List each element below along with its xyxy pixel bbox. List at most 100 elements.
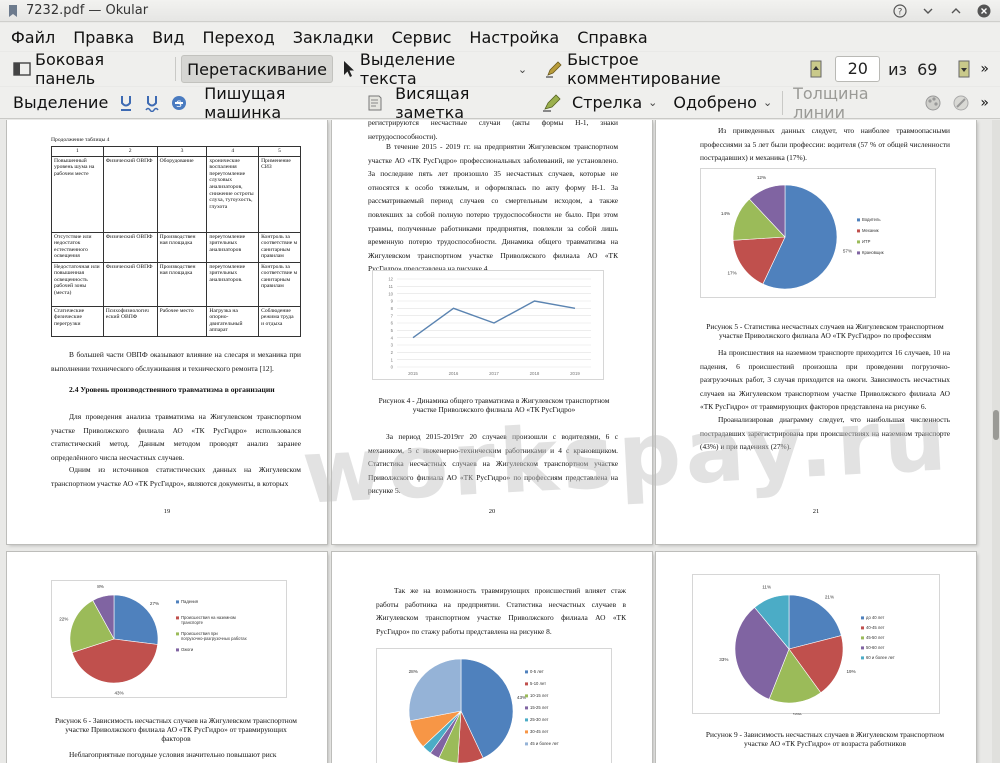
sidebar-button[interactable]: Боковая панель <box>8 50 170 88</box>
page-number-input[interactable]: 20 <box>835 56 881 82</box>
pie-chart-svg: 57% 17% 14% 12% Водитель Механик ИТР Крановщик <box>721 175 884 290</box>
close-icon[interactable] <box>972 2 996 20</box>
slice-label: 12% <box>757 175 766 180</box>
table-cell: Контроль за соответствие м санитарным пр… <box>258 231 301 263</box>
menu-settings[interactable]: Настройка <box>462 28 566 47</box>
help-icon[interactable]: ? <box>888 2 912 20</box>
toolbar-separator <box>782 90 784 115</box>
squiggle-underline-icon <box>145 95 159 112</box>
menu-file[interactable]: Файл <box>4 28 62 47</box>
page-24: 21% 19% 16% 33% 11% до 40 лет 40-45 лет 45-50 л… <box>656 552 976 763</box>
annotation-toolbar: Выделение S Пишущая машинка Висящая заме… <box>0 84 1000 122</box>
color-picker-button[interactable] <box>919 89 947 117</box>
vertical-scrollbar[interactable] <box>992 120 1000 763</box>
legend-label: ИТР <box>862 239 871 244</box>
toolbar2-overflow-button[interactable]: » <box>975 89 994 117</box>
slice-label: 33% <box>719 657 728 662</box>
legend-swatch <box>525 682 528 686</box>
page-number: 20 <box>488 508 496 515</box>
strikeout-button[interactable]: S <box>165 89 193 117</box>
legend-swatch <box>861 646 864 650</box>
highlighter-icon <box>542 93 562 112</box>
minimize-icon[interactable] <box>916 2 940 20</box>
stamp-label: Одобрено <box>673 93 757 112</box>
arrow-tool-button[interactable]: Стрелка ⌄ <box>537 89 662 117</box>
sticky-note-button[interactable]: Висящая заметка <box>362 84 531 122</box>
table-header-cell: 2 <box>102 146 158 157</box>
sticky-note-label: Висящая заметка <box>395 83 470 122</box>
legend-label: 30-45 лет <box>530 729 549 734</box>
squiggle-button[interactable] <box>139 89 165 117</box>
paragraph: За период 2015-2019гг 20 случаев произош… <box>368 432 618 496</box>
quick-comment-button[interactable]: Быстрое комментирование <box>540 50 795 88</box>
x-tick-label: 2018 <box>530 371 540 376</box>
legend-swatch <box>176 632 179 636</box>
legend-swatch <box>857 251 860 255</box>
paragraph: Для проведения анализа травматизма на Жи… <box>51 412 301 462</box>
legend-swatch <box>861 656 864 660</box>
hazard-table: 1 2 3 4 5 Повышенный уровень шума на раб… <box>51 146 301 337</box>
legend-swatch <box>176 648 179 652</box>
legend-label: 0-5 лет <box>530 669 544 674</box>
typewriter-label: Пишущая машинка <box>204 83 286 122</box>
opacity-button[interactable] <box>947 89 975 117</box>
paragraph: На происшествия на наземном транспорте п… <box>700 348 950 412</box>
table-header-cell: 4 <box>206 146 260 157</box>
typewriter-button[interactable]: Пишущая машинка <box>199 84 356 122</box>
table-cell: переутомление зрительных анализаторов <box>206 231 260 263</box>
paragraph: Так же на возможность травмирующих проис… <box>376 586 626 636</box>
menu-edit[interactable]: Правка <box>66 28 141 47</box>
legend-swatch <box>857 240 860 244</box>
line-chart-svg: 01234567891011122015 2016 2017 2018 2019 <box>388 277 591 376</box>
menu-tools[interactable]: Сервис <box>385 28 459 47</box>
line-width-button[interactable]: Толщина линии <box>788 84 917 122</box>
page-of-label: из <box>888 59 908 79</box>
chevron-down-icon[interactable]: ⌄ <box>648 96 657 109</box>
slice-label: 17% <box>727 270 736 275</box>
legend-label: 45 и более лет <box>530 741 559 746</box>
menu-bookmarks[interactable]: Закладки <box>286 28 381 47</box>
table-cell: Физический ОВПФ <box>102 231 158 263</box>
pen-icon <box>545 60 563 78</box>
stamp-button[interactable]: Одобрено ⌄ <box>668 89 777 117</box>
legend-label: Водитель <box>862 217 881 222</box>
table-cell: Контроль за соответствие м санитарным пр… <box>258 261 301 307</box>
y-tick-label: 10 <box>388 291 393 296</box>
text-select-button[interactable]: Выделение текста ⌄ <box>337 50 532 88</box>
table-header-cell: 3 <box>156 146 208 157</box>
drag-mode-button[interactable]: Перетаскивание <box>181 55 333 83</box>
window-title: 7232.pdf — Okular <box>26 3 149 18</box>
menu-view[interactable]: Вид <box>145 28 191 47</box>
table-cell: Соблюдение режима труда и отдыха <box>258 305 301 337</box>
page-22: 27% 43% 22% 8% Падения Происшествия на наземн… <box>7 552 327 763</box>
legend-label: 25-30 лет <box>530 717 549 722</box>
menu-go[interactable]: Переход <box>196 28 282 47</box>
legend-swatch <box>525 718 528 722</box>
selection-button[interactable]: Выделение <box>8 89 113 117</box>
legend-label: 40-45 лет <box>866 625 885 630</box>
paragraph: Проанализировав диаграмму следует, что н… <box>700 415 950 452</box>
previous-page-button[interactable] <box>805 55 827 83</box>
pie-chart-figure9: 21% 19% 16% 33% 11% до 40 лет 40-45 лет 45-50 л… <box>692 574 940 717</box>
chevron-down-icon[interactable]: ⌄ <box>518 63 527 76</box>
pie-chart-figure5: 57% 17% 14% 12% Водитель Механик ИТР Крановщик <box>700 168 936 298</box>
underline-button[interactable] <box>113 89 139 117</box>
figure-caption: Рисунок 9 - Зависимость несчастных случа… <box>705 730 945 748</box>
sidebar-button-label: Боковая панель <box>35 50 105 88</box>
legend-swatch <box>525 670 528 674</box>
maximize-icon[interactable] <box>944 2 968 20</box>
double-chevron-icon: » <box>980 61 989 77</box>
next-page-button[interactable] <box>953 55 975 83</box>
page-19: Продолжение таблицы 4 1 2 3 4 5 Повышенн… <box>7 120 327 544</box>
table-cell: Нагрузка на опорно-двигательный аппарат <box>206 305 260 337</box>
legend-label: Крановщик <box>862 250 884 255</box>
scrollbar-thumb[interactable] <box>993 410 999 440</box>
y-tick-label: 8 <box>391 306 394 311</box>
toolbar-overflow-button[interactable]: » <box>975 55 994 83</box>
table-caption: Продолжение таблицы 4 <box>51 137 110 143</box>
menu-help[interactable]: Справка <box>570 28 655 47</box>
document-viewport[interactable]: Продолжение таблицы 4 1 2 3 4 5 Повышенн… <box>0 120 1000 763</box>
toolbar-separator <box>175 57 177 81</box>
chevron-down-icon[interactable]: ⌄ <box>763 96 772 109</box>
section-heading: 2.4 Уровень производственного травматизм… <box>69 385 275 394</box>
